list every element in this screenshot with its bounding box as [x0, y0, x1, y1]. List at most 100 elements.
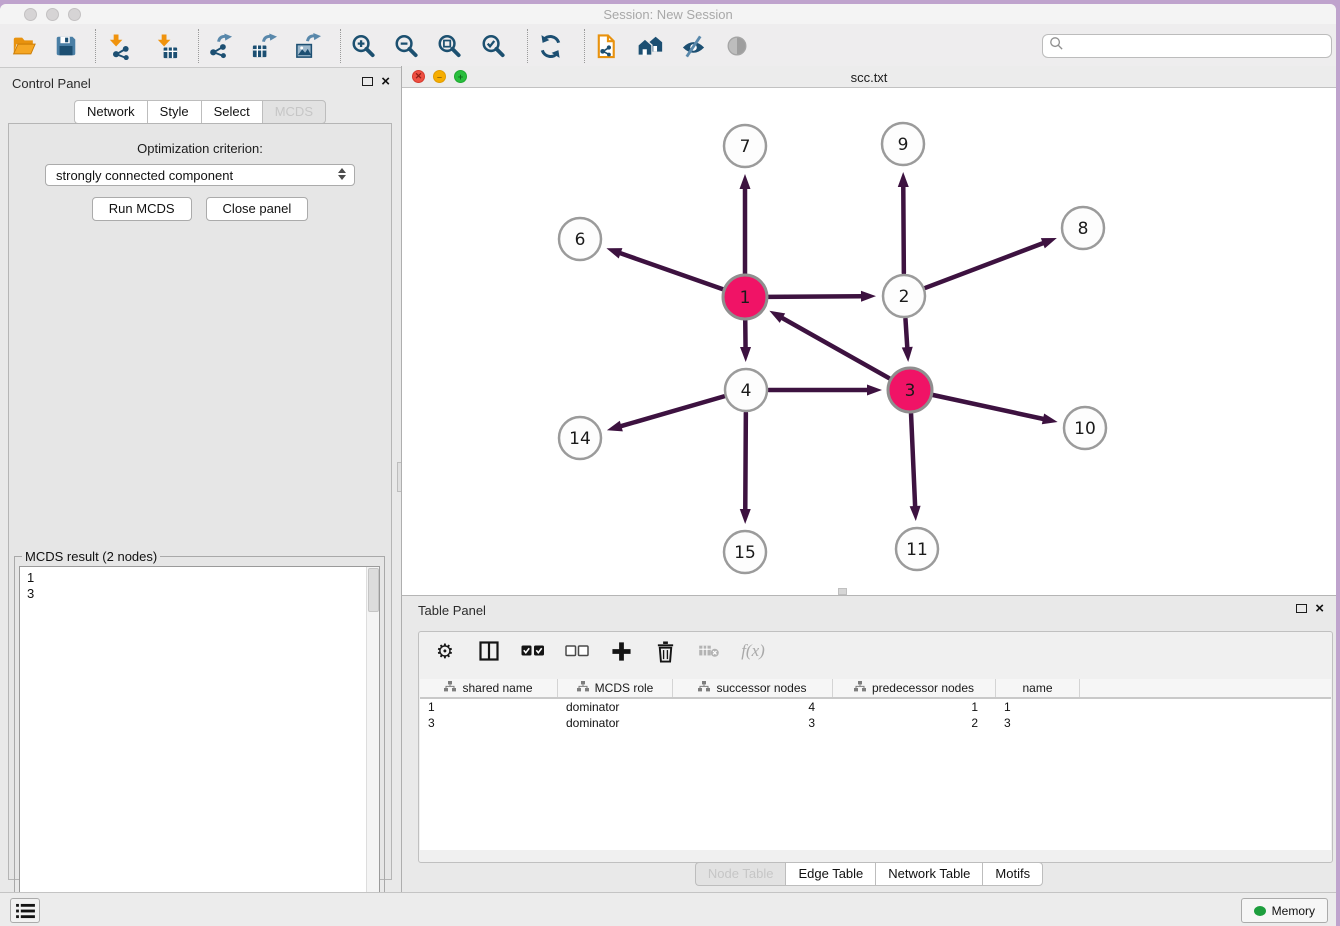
graph-edge-1-6[interactable] [621, 253, 724, 289]
tab-edge-table[interactable]: Edge Table [785, 862, 875, 886]
column-header-MCDS-role[interactable]: MCDS role [558, 679, 673, 697]
close-panel-button[interactable]: Close panel [206, 197, 309, 221]
table-cell[interactable]: 4 [673, 699, 833, 715]
node-table-container: ⚙ f(x) [418, 631, 1333, 863]
toolbar-separator [527, 29, 528, 63]
tab-style[interactable]: Style [147, 100, 201, 124]
list-icon [16, 903, 35, 919]
memory-button[interactable]: Memory [1241, 898, 1328, 923]
graph-edge-arrowhead [769, 311, 785, 323]
result-scrollbar[interactable] [366, 567, 379, 926]
toolbar-separator [340, 29, 341, 63]
mcds-panel-body: Optimization criterion: strongly connect… [8, 123, 392, 880]
table-panel-float-icon[interactable] [1296, 604, 1307, 613]
control-panel-close-icon[interactable]: × [381, 77, 390, 86]
show-columns-icon[interactable] [477, 639, 501, 663]
open-session-icon[interactable] [10, 32, 38, 60]
zoom-in-icon[interactable] [349, 32, 377, 60]
run-mcds-button[interactable]: Run MCDS [92, 197, 192, 221]
export-table-icon[interactable] [249, 32, 277, 60]
export-network-icon[interactable] [206, 32, 234, 60]
graph-edge-1-2[interactable] [768, 296, 861, 297]
table-mode-settings-icon[interactable]: ⚙ [433, 639, 457, 663]
status-bar: Memory [0, 892, 1336, 926]
column-header-shared-name[interactable]: shared name [420, 679, 558, 697]
network-resize-grip[interactable] [838, 588, 847, 595]
graph-node-label: 2 [899, 287, 910, 307]
network-canvas[interactable]: 7968124314101511 [402, 88, 1336, 595]
tab-select[interactable]: Select [201, 100, 262, 124]
table-cell[interactable]: 3 [996, 715, 1080, 731]
table-cell[interactable]: 1 [833, 699, 996, 715]
optimization-criterion-select[interactable]: strongly connected component [45, 164, 355, 186]
column-header-name[interactable]: name [996, 679, 1080, 697]
graph-edge-3-1[interactable] [782, 318, 890, 379]
deselect-all-rows-icon[interactable] [565, 639, 589, 663]
graph-edge-2-8[interactable] [926, 243, 1043, 288]
zoom-selected-icon[interactable] [479, 32, 507, 60]
tab-network-table[interactable]: Network Table [875, 862, 982, 886]
main-titlebar: Session: New Session [0, 4, 1336, 24]
search-field[interactable] [1042, 34, 1332, 58]
table-cell[interactable]: 2 [833, 715, 996, 731]
table-cell[interactable]: 1 [420, 699, 558, 715]
task-history-button[interactable] [10, 898, 40, 923]
application-window: Session: New Session [0, 4, 1336, 926]
graph-edge-3-11[interactable] [911, 413, 915, 506]
control-panel-title: Control Panel [12, 76, 91, 91]
table-cell[interactable]: 3 [420, 715, 558, 731]
hierarchy-icon [444, 681, 456, 695]
export-image-icon[interactable] [293, 32, 321, 60]
graph-edge-3-10[interactable] [932, 395, 1043, 419]
tab-node-table[interactable]: Node Table [695, 862, 786, 886]
table-row[interactable]: 3dominator323 [420, 715, 1331, 731]
table-panel-title: Table Panel [418, 603, 486, 618]
zoom-fit-icon[interactable] [435, 32, 463, 60]
table-cell[interactable]: dominator [558, 699, 673, 715]
column-header-label: MCDS role [595, 681, 654, 695]
graph-edge-arrowhead [607, 421, 623, 432]
mcds-result-area[interactable]: 1 3 [19, 566, 380, 926]
hierarchy-icon [577, 681, 589, 695]
graph-edge-arrowhead [1041, 238, 1057, 248]
mcds-result-text: 1 3 [27, 570, 34, 602]
result-scrollbar-thumb[interactable] [368, 568, 379, 612]
search-input[interactable] [1064, 37, 1331, 55]
graph-edge-arrowhead [867, 385, 882, 396]
graph-edge-2-9[interactable] [903, 187, 904, 273]
column-header-label: predecessor nodes [872, 681, 974, 695]
delete-columns-icon[interactable] [653, 639, 677, 663]
import-network-icon[interactable] [104, 32, 132, 60]
zoom-out-icon[interactable] [392, 32, 420, 60]
graph-edge-arrowhead [902, 347, 913, 362]
memory-label: Memory [1272, 904, 1315, 918]
graph-edge-2-3[interactable] [905, 319, 907, 347]
tab-mcds[interactable]: MCDS [262, 100, 326, 124]
apply-preferred-layout-icon[interactable] [536, 32, 564, 60]
duplicate-network-icon[interactable] [592, 32, 620, 60]
toolbar-separator [95, 29, 96, 63]
select-all-rows-icon[interactable] [521, 639, 545, 663]
tab-network[interactable]: Network [74, 100, 147, 124]
create-new-column-icon[interactable] [609, 639, 633, 663]
show-hide-graphics-icon[interactable] [679, 32, 707, 60]
graph-edge-4-14[interactable] [621, 396, 724, 426]
function-builder-icon: f(x) [741, 639, 765, 663]
control-panel-float-icon[interactable] [362, 77, 373, 86]
import-table-icon[interactable] [152, 32, 180, 60]
column-header-successor-nodes[interactable]: successor nodes [673, 679, 833, 697]
column-header-predecessor-nodes[interactable]: predecessor nodes [833, 679, 996, 697]
graph-node-label: 11 [906, 540, 928, 560]
graph-edge-4-15[interactable] [745, 413, 746, 509]
graph-node-label: 14 [569, 429, 591, 449]
table-panel-close-icon[interactable]: × [1315, 604, 1324, 613]
search-icon [1049, 36, 1064, 56]
table-cell[interactable]: 3 [673, 715, 833, 731]
save-session-icon[interactable] [52, 32, 80, 60]
table-cell[interactable]: dominator [558, 715, 673, 731]
tab-motifs[interactable]: Motifs [982, 862, 1043, 886]
table-cell[interactable]: 1 [996, 699, 1080, 715]
column-header-label: shared name [462, 681, 532, 695]
first-neighbors-icon[interactable] [635, 32, 667, 60]
table-row[interactable]: 1dominator411 [420, 699, 1331, 715]
